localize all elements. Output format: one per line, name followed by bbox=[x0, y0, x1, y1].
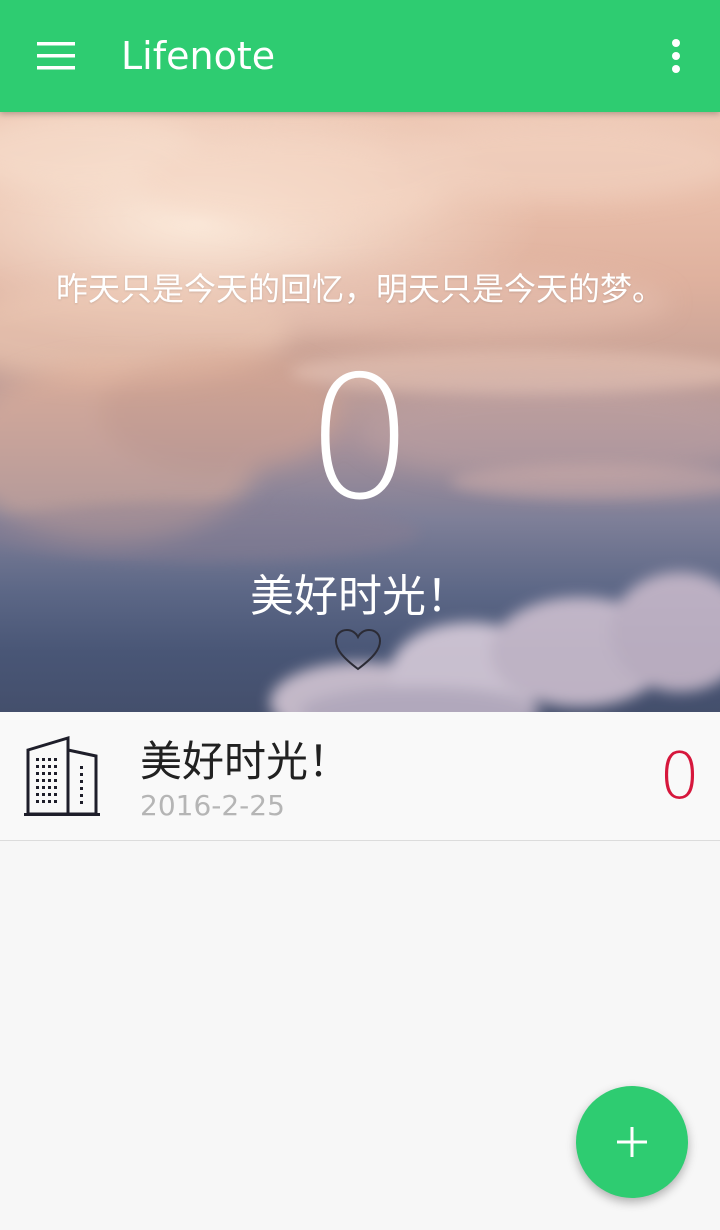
app-screen: Lifenote 昨天只是今天的回忆，明天只是今天的梦。 0 美好时光！ 美好时… bbox=[0, 0, 720, 1230]
hero-banner: 昨天只是今天的回忆，明天只是今天的梦。 0 美好时光！ bbox=[0, 112, 720, 712]
more-vert-icon bbox=[672, 39, 680, 73]
hero-count: 0 bbox=[305, 340, 415, 538]
menu-button[interactable] bbox=[20, 20, 92, 92]
heart-outline-icon[interactable] bbox=[334, 628, 382, 672]
list-item-count: 0 bbox=[659, 740, 700, 814]
building-icon bbox=[24, 735, 100, 816]
add-button[interactable] bbox=[576, 1086, 688, 1198]
hero-quote: 昨天只是今天的回忆，明天只是今天的梦。 bbox=[55, 270, 664, 308]
plus-icon bbox=[617, 1127, 647, 1157]
overflow-menu-button[interactable] bbox=[646, 20, 706, 92]
hero-title: 美好时光！ bbox=[250, 571, 470, 622]
list-item-date: 2016-2-25 bbox=[140, 789, 285, 822]
list-item-title: 美好时光！ bbox=[140, 737, 351, 786]
app-title: Lifenote bbox=[121, 34, 276, 78]
list-item[interactable]: 美好时光！ 2016-2-25 0 bbox=[0, 712, 720, 841]
app-bar: Lifenote bbox=[0, 0, 720, 112]
menu-icon bbox=[37, 42, 75, 70]
